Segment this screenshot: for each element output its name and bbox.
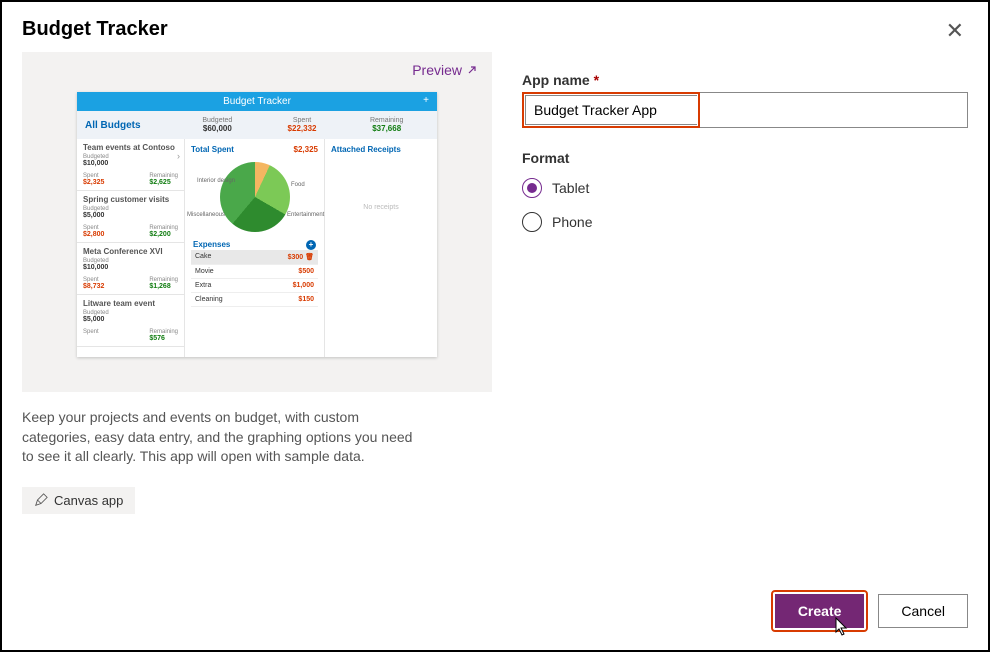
- radio-icon: [522, 178, 542, 198]
- total-spent-value: $2,325: [294, 145, 318, 154]
- input-highlight: [522, 92, 700, 128]
- preview-label: Preview: [412, 62, 462, 78]
- list-item: Meta Conference XVI Budgeted$10,000 Spen…: [77, 243, 184, 295]
- app-name-input[interactable]: [525, 95, 697, 125]
- create-button-highlight: Create: [771, 590, 869, 632]
- summary-value: $37,668: [344, 124, 429, 133]
- list-item: Spring customer visits Budgeted$5,000 Sp…: [77, 191, 184, 243]
- pie-label: Miscellaneous: [187, 212, 225, 218]
- pie-label: Entertainment: [287, 212, 324, 218]
- pencil-icon: [34, 493, 48, 507]
- expense-row: Movie$500: [191, 265, 318, 279]
- expense-row: Cake$300 🗑: [191, 250, 318, 265]
- create-button[interactable]: Create: [775, 594, 865, 628]
- pie-chart-icon: [220, 162, 290, 232]
- all-budgets-label: All Budgets: [85, 120, 175, 131]
- expense-row: Extra$1,000: [191, 279, 318, 293]
- app-type-badge: Canvas app: [22, 487, 135, 514]
- no-receipts-text: No receipts: [331, 204, 431, 211]
- summary-label: Budgeted: [175, 117, 260, 124]
- add-expense-icon: +: [306, 240, 316, 250]
- format-option-phone[interactable]: Phone: [522, 212, 968, 232]
- template-description: Keep your projects and events on budget,…: [22, 408, 422, 467]
- summary-label: Spent: [260, 117, 345, 124]
- format-option-tablet[interactable]: Tablet: [522, 178, 968, 198]
- mock-sidebar: Team events at Contoso Budgeted$10,000 S…: [77, 139, 185, 357]
- page-title: Budget Tracker: [22, 18, 168, 41]
- summary-value: $22,332: [260, 124, 345, 133]
- radio-icon: [522, 212, 542, 232]
- format-label: Format: [522, 150, 968, 166]
- external-arrow-icon: [466, 64, 478, 76]
- summary-value: $60,000: [175, 124, 260, 133]
- cancel-button[interactable]: Cancel: [878, 594, 968, 628]
- preview-link[interactable]: Preview: [412, 62, 478, 78]
- list-item: Litware team event Budgeted$5,000 Spent …: [77, 295, 184, 347]
- close-icon[interactable]: ✕: [946, 18, 968, 44]
- app-type-label: Canvas app: [54, 493, 123, 508]
- mock-title: Budget Tracker: [223, 96, 291, 107]
- radio-label: Tablet: [552, 180, 589, 196]
- mock-receipts-panel: Attached Receipts No receipts: [325, 139, 437, 357]
- app-name-input-extension[interactable]: [700, 92, 968, 128]
- mock-app: Budget Tracker + All Budgets Budgeted$60…: [77, 92, 437, 357]
- expenses-label: Expenses: [193, 240, 230, 250]
- required-indicator: *: [594, 72, 599, 88]
- mock-summary-bar: All Budgets Budgeted$60,000 Spent$22,332…: [77, 111, 437, 139]
- app-name-label: App name *: [522, 72, 968, 88]
- radio-label: Phone: [552, 214, 592, 230]
- pie-label: Food: [291, 182, 305, 188]
- attached-receipts-label: Attached Receipts: [331, 145, 431, 154]
- list-item: Team events at Contoso Budgeted$10,000 S…: [77, 139, 184, 191]
- mock-titlebar: Budget Tracker +: [77, 92, 437, 111]
- pie-label: Interior design: [197, 178, 235, 184]
- mock-middle: Total Spent $2,325 Interior design Food M…: [185, 139, 325, 357]
- template-preview-panel: Preview Budget Tracker + All Budgets Bud…: [22, 52, 492, 392]
- plus-icon: +: [423, 95, 429, 106]
- total-spent-label: Total Spent: [191, 145, 234, 154]
- expense-row: Cleaning$150: [191, 293, 318, 307]
- summary-label: Remaining: [344, 117, 429, 124]
